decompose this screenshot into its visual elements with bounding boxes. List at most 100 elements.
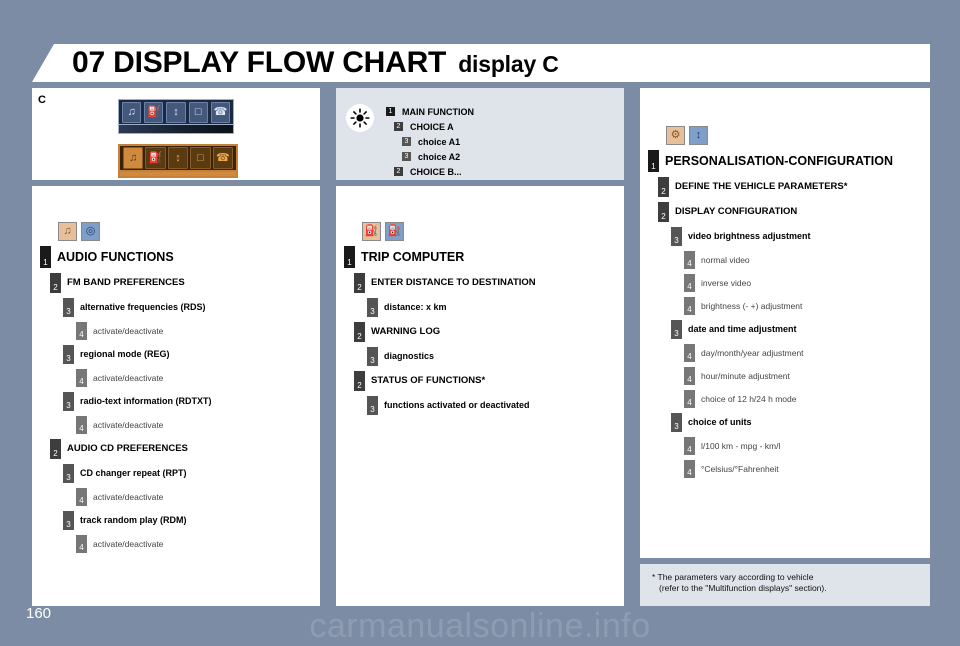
tree-level-badge: 3 <box>367 297 378 317</box>
tree-row-level-3: 3 diagnostics <box>367 344 616 368</box>
tree-level-badge: 4 <box>76 487 87 506</box>
tree-row-level-3: 3 radio-text information (RDTXT) <box>63 389 312 413</box>
tree-row-label: inverse video <box>701 277 752 288</box>
tree-row-label: DEFINE THE VEHICLE PARAMETERS* <box>675 181 848 192</box>
chapter-header-bar: 07 DISPLAY FLOW CHART display C <box>32 44 930 82</box>
personalisation-tree: ⚙ ↕ 1 PERSONALISATION-CONFIGURATION 2 DEFINE … <box>648 126 924 480</box>
tree-level-badge: 2 <box>658 201 669 222</box>
tree-level-badge: 3 <box>63 510 74 530</box>
legend-row: 3 choice A1 <box>402 134 474 149</box>
tree-row-level-4: 4 normal video <box>684 248 924 271</box>
tree-row-label: STATUS OF FUNCTIONS* <box>371 375 486 386</box>
tree-row-label: DISPLAY CONFIGURATION <box>675 206 798 217</box>
display-normal-video-mock: ♫ ⛽ ↕ □ ☎ <box>118 144 238 172</box>
tree-level-badge: 4 <box>684 296 695 315</box>
legend-row-label: CHOICE B... <box>410 166 462 177</box>
fuel-pump-icon: ⛽ <box>385 222 404 241</box>
tree-row-label: brightness (- +) adjustment <box>701 300 803 311</box>
mock-cell-sliders-icon-amber: ↕ <box>167 147 189 169</box>
tree-row-label: day/month/year adjustment <box>701 347 804 358</box>
tree-level-badge: 2 <box>354 370 365 391</box>
mock-cell-sliders-icon: ↕ <box>166 101 186 123</box>
legend-rows: 1 MAIN FUNCTION 2 CHOICE A 3 choice A1 3 choice… <box>386 104 474 179</box>
display-inverse-video-statusbar <box>118 125 234 134</box>
tree-row-label: track random play (RDM) <box>80 515 187 525</box>
tree-level-badge: 4 <box>684 389 695 408</box>
tree-row-level-3: 3 choice of units <box>671 410 924 434</box>
tree-row-level-3: 3 regional mode (REG) <box>63 342 312 366</box>
tree-row-label: AUDIO CD PREFERENCES <box>67 443 188 454</box>
tree-level-badge: 3 <box>63 463 74 483</box>
tree-row-label: activate/deactivate <box>93 491 164 502</box>
tree-row-level-3: 3 date and time adjustment <box>671 317 924 341</box>
tree-row-level-2: 2 ENTER DISTANCE TO DESTINATION <box>354 270 616 295</box>
footnote-line-2: (refer to the "Multifunction displays" s… <box>659 583 827 594</box>
tree-row-label: hour/minute adjustment <box>701 370 790 381</box>
tree-level-badge: 2 <box>658 176 669 197</box>
tree-row-level-4: 4 activate/deactivate <box>76 485 312 508</box>
tree-level-badge: 4 <box>684 366 695 385</box>
mock-cell-phone-body-icon-amber: □ <box>190 147 211 169</box>
tree-row-level-2: 2 DEFINE THE VEHICLE PARAMETERS* <box>658 174 924 199</box>
tree-level-badge: 4 <box>684 273 695 292</box>
tree-row-label: AUDIO FUNCTIONS <box>57 250 174 264</box>
tree-row-label: distance: x km <box>384 302 447 312</box>
tree-row-label: PERSONALISATION-CONFIGURATION <box>665 154 894 168</box>
tree-row-label: choice of 12 h/24 h mode <box>701 393 797 404</box>
tree-row-level-4: 4 day/month/year adjustment <box>684 341 924 364</box>
tree-row-level-4: 4 brightness (- +) adjustment <box>684 294 924 317</box>
tree-row-label: ENTER DISTANCE TO DESTINATION <box>371 277 536 288</box>
tree-row-level-4: 4 activate/deactivate <box>76 532 312 555</box>
trip-computer-tree: ⛽ ⛽ 1 TRIP COMPUTER 2 ENTER DISTANCE TO DESTI… <box>344 222 616 417</box>
tree-level-badge: 4 <box>76 534 87 553</box>
tree-row-label: activate/deactivate <box>93 325 164 336</box>
tree-row-label: functions activated or deactivated <box>384 400 530 410</box>
tree-level-badge: 4 <box>76 368 87 387</box>
tree-level-badge: 4 <box>76 321 87 340</box>
tree-row-level-2: 2 AUDIO CD PREFERENCES <box>50 436 312 461</box>
tree-row-level-2: 2 WARNING LOG <box>354 319 616 344</box>
site-watermark: carmanualsonline.info <box>309 607 651 645</box>
tree-row-label: activate/deactivate <box>93 419 164 430</box>
tree-level-badge: 3 <box>671 226 682 246</box>
tree-row-level-1: 1 AUDIO FUNCTIONS <box>40 244 312 270</box>
tree-row-label: activate/deactivate <box>93 372 164 383</box>
tree-row-level-4: 4 activate/deactivate <box>76 319 312 342</box>
tree-row-level-3: 3 track random play (RDM) <box>63 508 312 532</box>
settings-panel-icon: ⚙ <box>666 126 685 145</box>
tree-row-level-3: 3 distance: x km <box>367 295 616 319</box>
tree-row-label: normal video <box>701 254 750 265</box>
legend-level-badge: 1 <box>386 107 395 116</box>
mock-cell-fuel-icon: ⛽ <box>144 101 164 123</box>
tree-level-badge: 4 <box>684 343 695 362</box>
footnote-line-1: * The parameters vary according to vehic… <box>652 572 814 582</box>
tree-level-badge: 3 <box>367 346 378 366</box>
tree-row-level-1: 1 TRIP COMPUTER <box>344 244 616 270</box>
tree-level-badge: 1 <box>40 246 51 268</box>
tree-row-label: choice of units <box>688 417 752 427</box>
tree-level-badge: 3 <box>63 297 74 317</box>
section-icon-group: ♫ ◎ <box>58 222 312 241</box>
tree-row-level-2: 2 STATUS OF FUNCTIONS* <box>354 368 616 393</box>
tree-row-level-4: 4 hour/minute adjustment <box>684 364 924 387</box>
tree-level-badge: 3 <box>63 391 74 411</box>
mock-cell-telephone-icon-amber: ☎ <box>212 147 234 169</box>
display-variant-label: C <box>38 94 46 106</box>
tree-row-label: alternative frequencies (RDS) <box>80 302 206 312</box>
legend-level-badge: 2 <box>394 167 403 176</box>
page-subtitle: display C <box>458 51 559 77</box>
section-icon-group: ⚙ ↕ <box>666 126 924 145</box>
tree-row-level-4: 4 °Celsius/°Fahrenheit <box>684 457 924 480</box>
mock-cell-fuel-icon-amber: ⛽ <box>145 147 166 169</box>
display-normal-video-statusbar <box>118 172 238 178</box>
legend-block: 1 MAIN FUNCTION 2 CHOICE A 3 choice A1 3 choice… <box>342 96 618 179</box>
tree-row-label: date and time adjustment <box>688 324 797 334</box>
tree-row-label: WARNING LOG <box>371 326 441 337</box>
tree-level-badge: 3 <box>63 344 74 364</box>
sliders-icon: ↕ <box>689 126 708 145</box>
legend-level-badge: 3 <box>402 137 411 146</box>
legend-level-badge: 3 <box>402 152 411 161</box>
tree-row-level-4: 4 l/100 km - mpg - km/l <box>684 434 924 457</box>
mock-cell-radio-icon-amber: ♫ <box>123 147 144 169</box>
tree-level-badge: 4 <box>76 415 87 434</box>
